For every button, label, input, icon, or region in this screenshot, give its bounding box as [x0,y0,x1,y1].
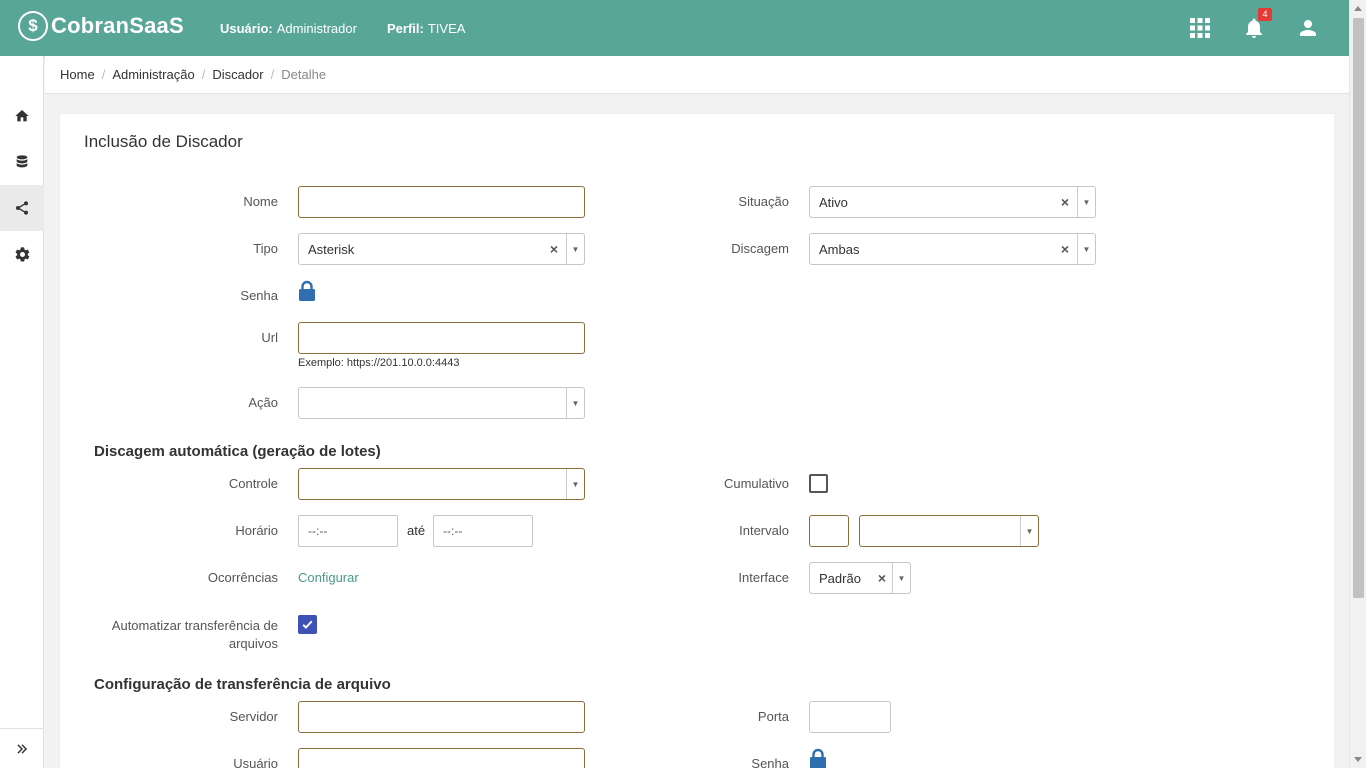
situacao-select[interactable]: Ativo × ▼ [809,186,1096,218]
profile-label: Perfil: [387,21,424,36]
cumulativo-checkbox[interactable] [809,474,828,493]
logo-dollar-icon: $ [18,11,48,41]
interface-label: Interface [738,570,789,585]
profile-info: Perfil: TIVEA [387,21,465,36]
breadcrumb-administracao[interactable]: Administração [112,67,194,82]
sidebar-item-settings[interactable] [0,231,44,277]
checkmark-icon [302,620,313,629]
automatizar-label: Automatizar transferência de arquivos [112,617,278,653]
situacao-label: Situação [738,194,789,209]
database-icon [16,155,28,168]
nome-label: Nome [243,194,278,209]
automatizar-label-line-2: arquivos [228,636,278,651]
transfer-lock-icon[interactable] [809,748,827,768]
app-name: CobranSaaS [51,13,184,38]
cumulativo-label: Cumulativo [723,476,789,491]
page-title: Inclusão de Discador [84,132,243,151]
section-title-discagem-automatica: Discagem automática (geração de lotes) [94,443,381,460]
sidebar [0,56,44,768]
automatizar-label-line-1: Automatizar transferência de [111,618,278,633]
discagem-select[interactable]: Ambas × ▼ [809,233,1096,265]
situacao-dropdown-icon[interactable]: ▼ [1077,187,1095,217]
intervalo-input[interactable] [809,515,849,547]
breadcrumb-separator: / [101,67,106,82]
discagem-label: Discagem [731,241,789,256]
usuario-input[interactable] [298,748,585,768]
usuario-label: Usuário [233,756,278,768]
user-label: Usuário: [220,21,273,36]
intervalo-dropdown-icon[interactable]: ▼ [1020,516,1038,546]
discagem-value: Ambas [819,242,860,257]
apps-grid-icon[interactable] [1188,16,1212,40]
acao-dropdown-icon[interactable]: ▼ [566,388,584,418]
share-icon [16,201,28,215]
controle-label: Controle [228,476,278,491]
interface-value: Padrão [819,571,861,586]
breadcrumb-separator: / [270,67,275,82]
double-chevron-right-icon [17,743,28,754]
user-account-icon[interactable] [1296,16,1320,40]
sidebar-expand-button[interactable] [0,728,44,768]
breadcrumb: Home / Administração / Discador / Detalh… [45,56,1349,94]
lock-icon[interactable] [298,280,316,302]
app-logo[interactable]: $ CobranSaaS [18,11,184,41]
servidor-label: Servidor [229,709,278,724]
situacao-value: Ativo [819,195,848,210]
scroll-up-arrow-icon[interactable] [1354,6,1362,11]
user-info: Usuário: Administrador [220,21,357,36]
tipo-label: Tipo [253,241,278,256]
breadcrumb-separator: / [201,67,206,82]
discagem-clear-icon[interactable]: × [1061,241,1069,257]
porta-label: Porta [757,709,789,724]
url-input[interactable] [298,322,585,354]
interface-dropdown-icon[interactable]: ▼ [892,563,910,593]
horario-from-input[interactable]: --:-- [298,515,398,547]
controle-dropdown-icon[interactable]: ▼ [566,469,584,499]
profile-value: TIVEA [427,21,466,36]
home-icon [15,110,29,122]
interface-clear-icon[interactable]: × [878,570,886,586]
sidebar-item-share[interactable] [0,185,44,231]
ocorrencias-label: Ocorrências [207,570,278,585]
section-title-transferencia: Configuração de transferência de arquivo [94,676,391,693]
user-value: Administrador [276,21,357,36]
sidebar-item-home[interactable] [0,93,44,139]
form-card: Inclusão de Discador Nome Situação Ativo… [60,114,1334,768]
breadcrumb-home[interactable]: Home [60,67,95,82]
interface-select[interactable]: Padrão × ▼ [809,562,911,594]
tipo-select[interactable]: Asterisk × ▼ [298,233,585,265]
tipo-dropdown-icon[interactable]: ▼ [566,234,584,264]
horario-to-input[interactable]: --:-- [433,515,533,547]
intervalo-unit-select[interactable]: ▼ [859,515,1039,547]
nome-input[interactable] [298,186,585,218]
controle-select[interactable]: ▼ [298,468,585,500]
discagem-dropdown-icon[interactable]: ▼ [1077,234,1095,264]
automatizar-checkbox[interactable] [298,615,317,634]
senha-label: Senha [240,288,278,303]
intervalo-label: Intervalo [739,523,789,538]
scroll-down-arrow-icon[interactable] [1354,757,1362,762]
gear-icon [15,246,29,262]
top-header: $ CobranSaaS Usuário: Administrador Perfi… [0,0,1349,56]
breadcrumb-discador[interactable]: Discador [212,67,263,82]
transfer-senha-label: Senha [751,756,789,768]
page-scrollbar[interactable] [1349,0,1366,768]
configurar-link[interactable]: Configurar [298,570,359,585]
tipo-value: Asterisk [308,242,355,257]
acao-select[interactable]: ▼ [298,387,585,419]
notifications-badge: 4 [1258,8,1272,21]
breadcrumb-current: Detalhe [281,67,327,82]
servidor-input[interactable] [298,701,585,733]
url-hint: Exemplo: https://201.10.0.0:4443 [298,357,460,369]
horario-label: Horário [235,523,278,538]
acao-label: Ação [248,395,278,410]
tipo-clear-icon[interactable]: × [550,241,558,257]
porta-input[interactable] [809,701,891,733]
situacao-clear-icon[interactable]: × [1061,194,1069,210]
scrollbar-thumb[interactable] [1353,18,1364,598]
url-label: Url [261,330,278,345]
ate-label: até [407,523,426,538]
sidebar-item-database[interactable] [0,139,44,185]
